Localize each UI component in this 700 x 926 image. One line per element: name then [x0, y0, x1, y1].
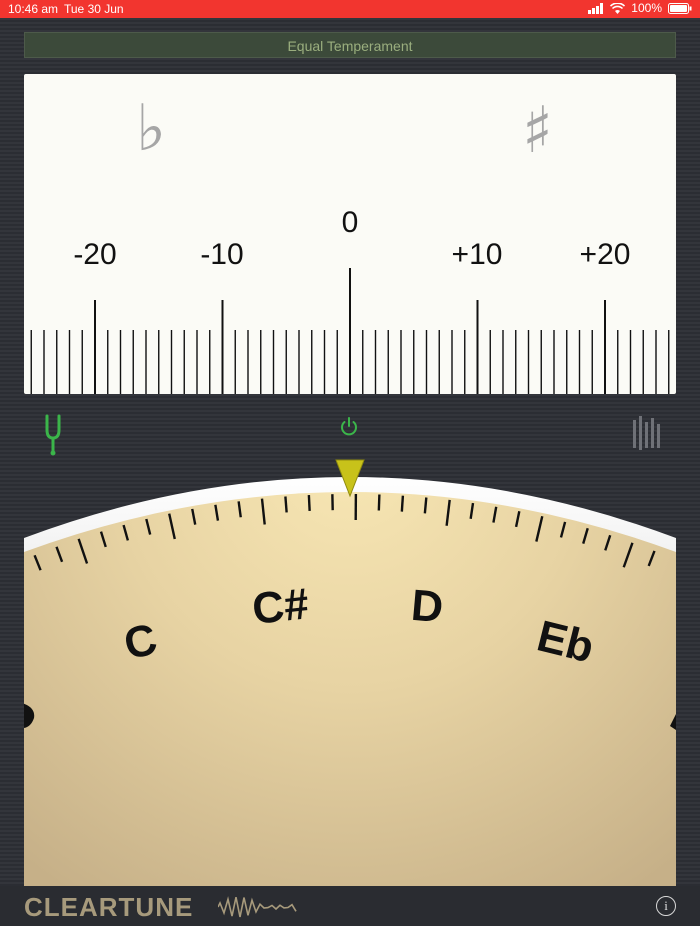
flat-symbol: ♭ — [136, 92, 167, 166]
power-icon[interactable] — [338, 416, 360, 438]
status-time: 10:46 am — [8, 2, 59, 16]
info-icon[interactable]: i — [656, 896, 676, 916]
tuning-fork-icon[interactable] — [44, 414, 62, 456]
signal-icon — [588, 2, 604, 14]
note-label: C# — [250, 579, 311, 634]
status-date: Tue 30 Jun — [64, 2, 124, 16]
dial-face — [24, 492, 676, 886]
status-bar: 10:46 am Tue 30 Jun 100% — [0, 0, 700, 18]
battery-percent: 100% — [631, 1, 662, 15]
note-label: D — [409, 581, 445, 633]
dial-tick — [284, 496, 288, 513]
waveform-icon — [218, 896, 297, 918]
scale-label-plus20: +20 — [579, 238, 631, 271]
scale-label-plus10: +10 — [451, 238, 503, 271]
status-right: 100% — [588, 1, 692, 15]
dial-tick — [377, 494, 381, 511]
scale-label-minus10: -10 — [200, 238, 244, 271]
battery-icon — [668, 2, 692, 14]
cents-meter: ♭ ♯ -20 -10 0 +10 +20 — [24, 74, 676, 394]
bars-icon[interactable] — [632, 414, 662, 454]
wifi-icon — [610, 2, 626, 14]
scale-label-zero: 0 — [341, 206, 359, 239]
temperament-selector[interactable]: Equal Temperament — [24, 32, 676, 58]
dial-tick — [307, 494, 311, 512]
sharp-symbol: ♯ — [522, 94, 553, 168]
dial-tick — [400, 495, 405, 512]
app-logo: CLEARTUNE — [24, 892, 194, 922]
scale-label-minus20: -20 — [73, 238, 117, 271]
dial-tick — [423, 497, 428, 514]
note-dial: C C# D Eb — [24, 456, 676, 886]
